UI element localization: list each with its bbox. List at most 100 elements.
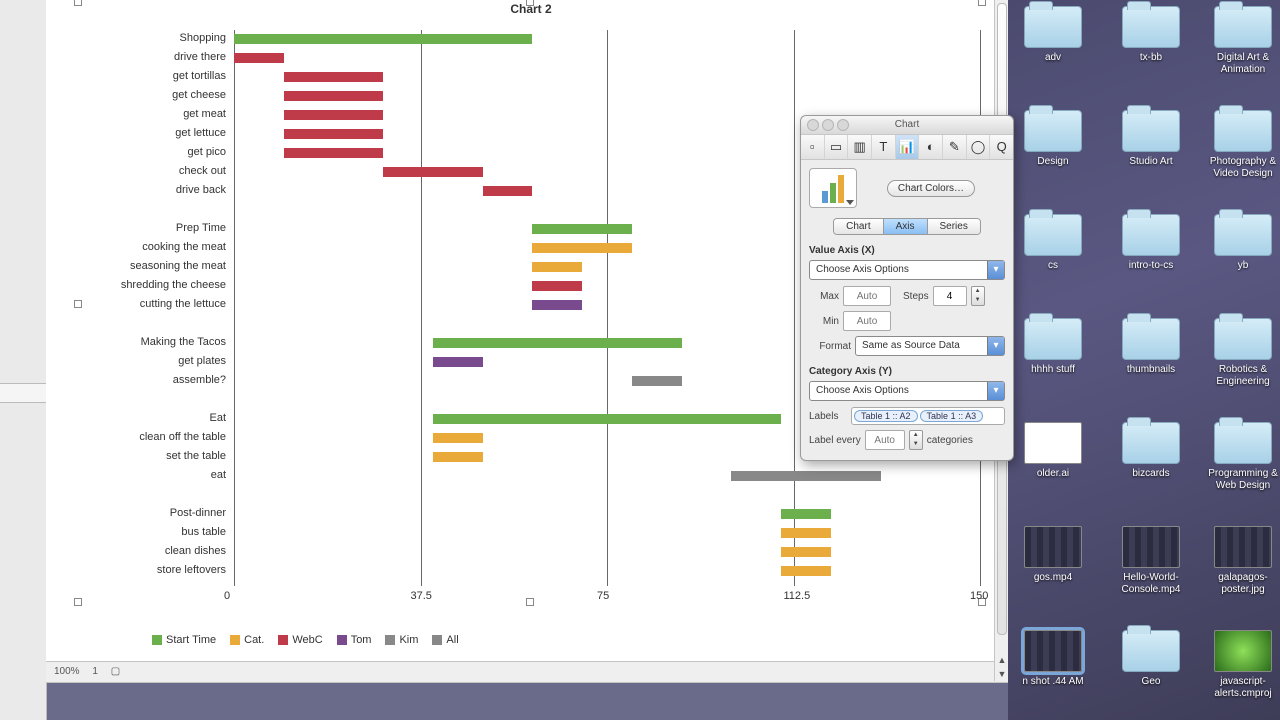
close-icon[interactable] bbox=[807, 119, 819, 131]
folder-icon bbox=[1024, 318, 1082, 360]
label-token[interactable]: Table 1 :: A3 bbox=[920, 410, 984, 422]
inspector-tab-wrap[interactable]: ▥ bbox=[848, 135, 872, 159]
selection-handle[interactable] bbox=[978, 0, 986, 6]
bar-segment[interactable] bbox=[284, 91, 383, 101]
desktop-item[interactable]: hhhh stuff bbox=[1008, 318, 1098, 376]
desktop-item-label: Design bbox=[1008, 156, 1098, 168]
zoom-icon[interactable] bbox=[837, 119, 849, 131]
x-tick-label: 37.5 bbox=[411, 590, 432, 602]
format-select[interactable]: Same as Source Data▾ bbox=[855, 336, 1005, 356]
desktop-item[interactable]: Digital Art & Animation bbox=[1198, 6, 1280, 76]
status-icon[interactable]: ▢ bbox=[111, 666, 120, 677]
bar-segment[interactable] bbox=[532, 243, 631, 253]
bar-segment[interactable] bbox=[284, 129, 383, 139]
inspector-tab-document[interactable]: ▫ bbox=[801, 135, 825, 159]
bar-segment[interactable] bbox=[383, 167, 482, 177]
bar-segment[interactable] bbox=[532, 224, 631, 234]
desktop-item[interactable]: thumbnails bbox=[1106, 318, 1196, 376]
inspector-tab-layout[interactable]: ▭ bbox=[825, 135, 849, 159]
desktop-item[interactable]: Hello-World-Console.mp4 bbox=[1106, 526, 1196, 596]
desktop-item[interactable]: javascript-alerts.cmproj bbox=[1198, 630, 1280, 700]
inspector-tab-chart[interactable]: 📊 bbox=[896, 135, 920, 159]
bar-segment[interactable] bbox=[234, 53, 284, 63]
bar-segment[interactable] bbox=[532, 300, 582, 310]
desktop-item[interactable]: adv bbox=[1008, 6, 1098, 64]
bar-segment[interactable] bbox=[781, 566, 831, 576]
desktop-item[interactable]: Geo bbox=[1106, 630, 1196, 688]
max-input[interactable] bbox=[843, 286, 891, 306]
desktop-item[interactable]: Robotics & Engineering bbox=[1198, 318, 1280, 388]
window-controls[interactable] bbox=[807, 119, 852, 138]
chart-colors-button[interactable]: Chart Colors… bbox=[887, 180, 975, 197]
bar-segment[interactable] bbox=[234, 34, 532, 44]
desktop-item[interactable]: Design bbox=[1008, 110, 1098, 168]
category-label: Prep Time bbox=[46, 222, 226, 234]
bar-segment[interactable] bbox=[532, 281, 582, 291]
scroll-up-arrow[interactable]: ▲ bbox=[995, 653, 1009, 667]
steps-input[interactable] bbox=[933, 286, 967, 306]
desktop-item[interactable]: older.ai bbox=[1008, 422, 1098, 480]
desktop-item-label: Geo bbox=[1106, 676, 1196, 688]
desktop-item-label: hhhh stuff bbox=[1008, 364, 1098, 376]
bar-segment[interactable] bbox=[731, 471, 880, 481]
selection-handle[interactable] bbox=[526, 0, 534, 6]
desktop-item[interactable]: intro-to-cs bbox=[1106, 214, 1196, 272]
desktop-item-label: galapagos-poster.jpg bbox=[1198, 572, 1280, 596]
selection-handle[interactable] bbox=[74, 598, 82, 606]
bar-segment[interactable] bbox=[532, 262, 582, 272]
category-label: clean dishes bbox=[46, 545, 226, 557]
inspector-tab-metrics[interactable]: ◐ bbox=[919, 135, 943, 159]
subtab-axis[interactable]: Axis bbox=[884, 219, 928, 234]
subtab-series[interactable]: Series bbox=[928, 219, 980, 234]
bar-segment[interactable] bbox=[284, 110, 383, 120]
desktop-item[interactable]: Programming & Web Design bbox=[1198, 422, 1280, 492]
folder-icon bbox=[1214, 214, 1272, 256]
bar-segment[interactable] bbox=[632, 376, 682, 386]
desktop-item[interactable]: yb bbox=[1198, 214, 1280, 272]
desktop-item-label: Studio Art bbox=[1106, 156, 1196, 168]
steps-stepper[interactable]: ▲▼ bbox=[971, 286, 985, 306]
bar-segment[interactable] bbox=[433, 357, 483, 367]
bar-segment[interactable] bbox=[284, 148, 383, 158]
inspector-tab-graphic[interactable]: ✎ bbox=[943, 135, 967, 159]
value-axis-options-select[interactable]: Choose Axis Options▾ bbox=[809, 260, 1005, 280]
scroll-down-arrow[interactable]: ▼ bbox=[995, 667, 1009, 681]
category-axis-options-select[interactable]: Choose Axis Options▾ bbox=[809, 381, 1005, 401]
desktop-item[interactable]: gos.mp4 bbox=[1008, 526, 1098, 584]
desktop-item[interactable]: Studio Art bbox=[1106, 110, 1196, 168]
inspector-subtabs: Chart Axis Series bbox=[833, 218, 981, 235]
min-input[interactable] bbox=[843, 311, 891, 331]
inspector-tab-quicktime[interactable]: Q bbox=[990, 135, 1013, 159]
desktop-item[interactable]: tx-bb bbox=[1106, 6, 1196, 64]
subtab-chart[interactable]: Chart bbox=[834, 219, 883, 234]
bar-segment[interactable] bbox=[433, 433, 483, 443]
zoom-level[interactable]: 100% bbox=[54, 666, 80, 677]
inspector-tab-text[interactable]: T bbox=[872, 135, 896, 159]
desktop-item[interactable]: bizcards bbox=[1106, 422, 1196, 480]
bar-segment[interactable] bbox=[781, 509, 831, 519]
bar-segment[interactable] bbox=[284, 72, 383, 82]
labels-token-field[interactable]: Table 1 :: A2 Table 1 :: A3 bbox=[851, 407, 1005, 425]
selection-handle[interactable] bbox=[74, 0, 82, 6]
desktop-item[interactable]: n shot .44 AM bbox=[1008, 630, 1098, 688]
bar-segment[interactable] bbox=[433, 452, 483, 462]
inspector-tab-link[interactable]: ◯ bbox=[967, 135, 991, 159]
bar-segment[interactable] bbox=[781, 528, 831, 538]
inspector-titlebar[interactable]: Chart bbox=[801, 116, 1013, 135]
legend-swatch bbox=[385, 635, 395, 645]
label-every-stepper[interactable]: ▲▼ bbox=[909, 430, 923, 450]
bar-segment[interactable] bbox=[483, 186, 533, 196]
desktop-item[interactable]: Photography & Video Design bbox=[1198, 110, 1280, 180]
chart-inspector-panel[interactable]: Chart ▫ ▭ ▥ T 📊 ◐ ✎ ◯ Q Chart Colors… bbox=[800, 115, 1014, 461]
bar-segment[interactable] bbox=[433, 338, 682, 348]
desktop-item[interactable]: galapagos-poster.jpg bbox=[1198, 526, 1280, 596]
label-token[interactable]: Table 1 :: A2 bbox=[854, 410, 918, 422]
bar-segment[interactable] bbox=[781, 547, 831, 557]
label-every-input[interactable] bbox=[865, 430, 905, 450]
chart-type-picker[interactable] bbox=[809, 168, 857, 208]
bar-segment[interactable] bbox=[433, 414, 781, 424]
minimize-icon[interactable] bbox=[822, 119, 834, 131]
desktop-item[interactable]: cs bbox=[1008, 214, 1098, 272]
selection-handle[interactable] bbox=[526, 598, 534, 606]
gridline bbox=[607, 30, 608, 586]
